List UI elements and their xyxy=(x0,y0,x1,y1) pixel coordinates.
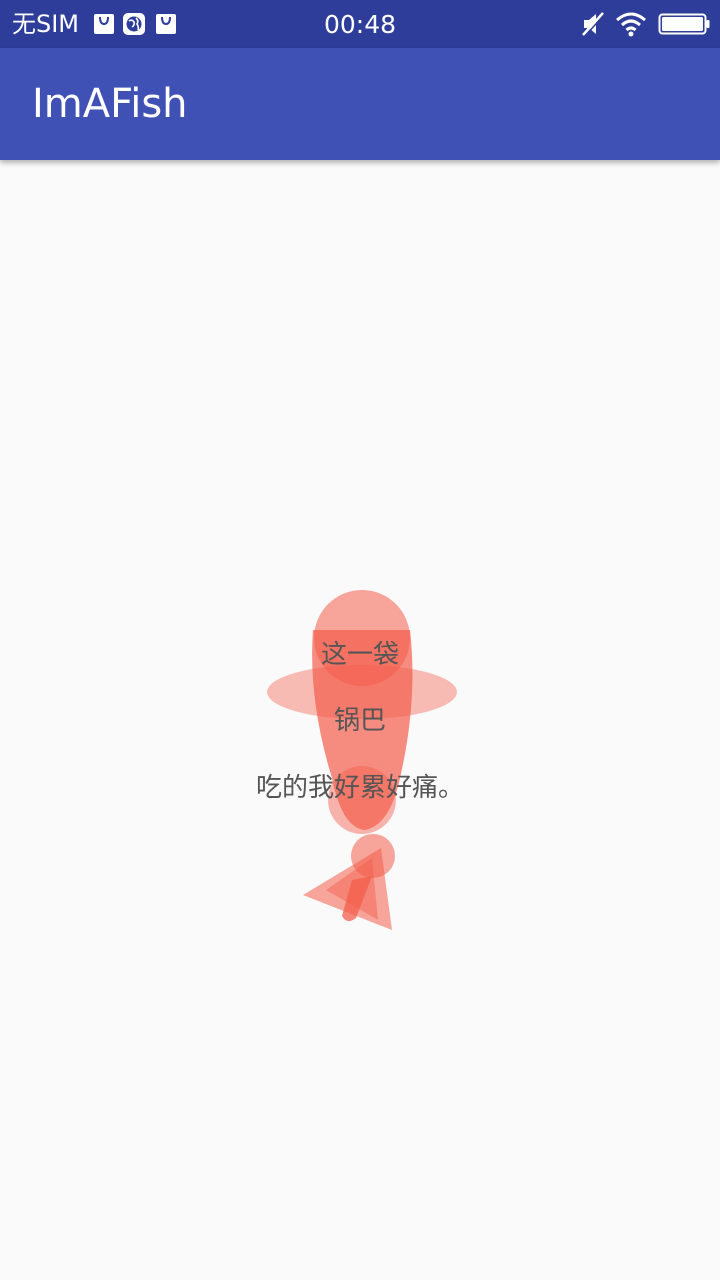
fish-text-line3: 吃的我好累好痛。 xyxy=(255,773,464,803)
fish-text-line2: 锅巴 xyxy=(333,706,386,736)
wifi-icon xyxy=(616,12,646,37)
status-time: 00:48 xyxy=(323,10,397,39)
fish-text-line1: 这一袋 xyxy=(320,640,399,670)
app-bar: ImAFish xyxy=(0,48,720,160)
fish-illustration[interactable] xyxy=(240,570,480,950)
status-bar: 无SIM 00:48 xyxy=(0,0,720,48)
mute-icon xyxy=(582,12,606,37)
battery-icon xyxy=(658,13,710,35)
app-title: ImAFish xyxy=(32,81,188,127)
